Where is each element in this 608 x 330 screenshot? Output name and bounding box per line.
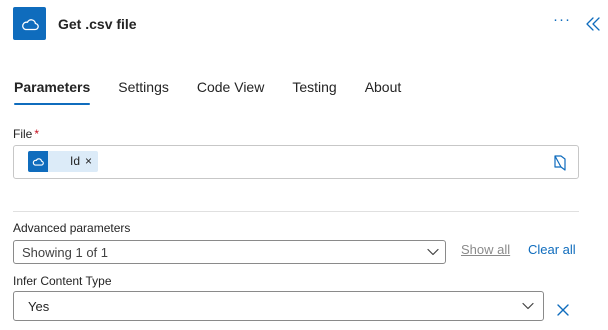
infer-content-type-label: Infer Content Type [13, 274, 112, 288]
tab-testing[interactable]: Testing [292, 78, 336, 106]
collapse-panel-button[interactable] [583, 14, 603, 34]
required-marker: * [34, 127, 40, 141]
section-divider [13, 211, 579, 212]
action-title: Get .csv file [58, 16, 137, 32]
infer-content-type-value: Yes [28, 299, 50, 314]
chevron-down-icon [522, 302, 534, 310]
token-remove-button[interactable]: × [80, 151, 98, 172]
chevron-down-icon [427, 248, 439, 256]
advanced-parameters-label: Advanced parameters [13, 221, 131, 235]
file-input[interactable]: Id × [13, 145, 579, 179]
tab-about[interactable]: About [365, 78, 402, 106]
clear-all-link[interactable]: Clear all [528, 242, 576, 257]
double-chevron-left-icon [586, 17, 600, 31]
tab-parameters[interactable]: Parameters [14, 78, 91, 106]
token-label: Id [70, 154, 81, 168]
onedrive-cloud-icon [28, 151, 48, 172]
more-options-button[interactable]: ··· [551, 12, 573, 34]
remove-parameter-button[interactable] [555, 302, 571, 318]
action-header: Get .csv file ··· [0, 0, 608, 48]
infer-content-type-dropdown[interactable]: Yes [13, 291, 544, 321]
onedrive-cloud-icon [13, 7, 46, 40]
dynamic-content-token[interactable]: Id × [28, 151, 99, 172]
close-icon [557, 304, 569, 316]
tab-settings[interactable]: Settings [118, 78, 169, 106]
file-label-text: File [13, 127, 33, 141]
file-field-label: File * [13, 127, 39, 141]
tab-code-view[interactable]: Code View [197, 78, 264, 106]
advanced-parameters-value: Showing 1 of 1 [22, 245, 109, 260]
folder-picker-icon[interactable] [553, 154, 567, 172]
tab-bar: Parameters Settings Code View Testing Ab… [14, 78, 429, 106]
advanced-parameters-dropdown[interactable]: Showing 1 of 1 [13, 240, 446, 264]
show-all-link[interactable]: Show all [461, 242, 510, 257]
